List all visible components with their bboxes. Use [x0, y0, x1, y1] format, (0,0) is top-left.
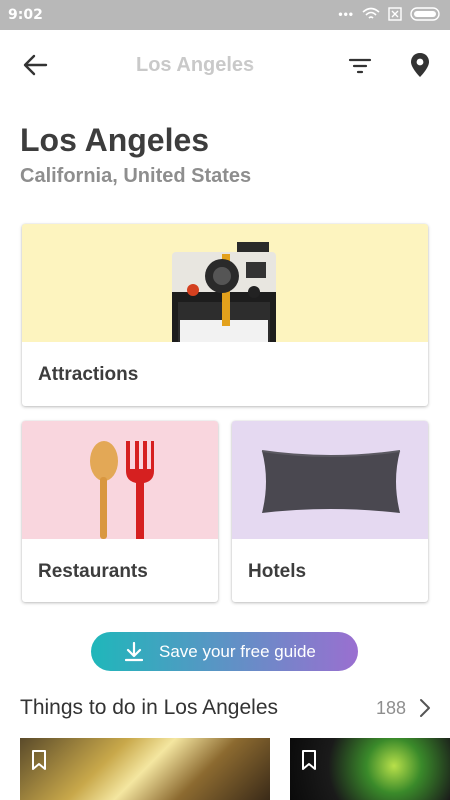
restaurants-image	[22, 421, 218, 539]
section-title-things-to-do: Things to do in Los Angeles	[20, 696, 279, 719]
status-time: 9:02	[8, 7, 43, 23]
more-dots-icon: •••	[338, 7, 354, 21]
app-bar-title: Los Angeles	[136, 54, 255, 76]
category-card-attractions[interactable]: Attractions	[22, 224, 428, 406]
category-label-hotels: Hotels	[248, 561, 307, 582]
wifi-icon	[362, 7, 380, 19]
things-to-do-count[interactable]: 188	[376, 698, 406, 719]
sim-icon	[388, 7, 402, 21]
chevron-right-icon[interactable]	[418, 698, 432, 718]
status-bar: 9:02 •••	[0, 0, 450, 30]
bookmark-icon[interactable]	[302, 750, 316, 770]
hotels-image	[232, 421, 428, 539]
save-guide-button[interactable]: Save your free guide	[91, 632, 358, 671]
save-guide-label: Save your free guide	[159, 641, 316, 661]
category-card-hotels[interactable]: Hotels	[232, 421, 428, 602]
filter-icon[interactable]	[348, 56, 372, 76]
back-arrow-icon[interactable]	[22, 54, 48, 76]
bookmark-icon[interactable]	[32, 750, 46, 770]
page-title: Los Angeles	[20, 122, 210, 158]
pillow-image	[261, 450, 401, 513]
battery-icon	[410, 7, 440, 21]
thing-to-do-card[interactable]	[20, 738, 270, 800]
status-icons: •••	[338, 7, 442, 21]
attractions-image	[22, 224, 428, 342]
page-subtitle: California, United States	[20, 165, 252, 187]
thing-to-do-card[interactable]	[290, 738, 450, 800]
location-pin-icon[interactable]	[410, 52, 430, 78]
spoon-and-fork-image	[90, 441, 154, 539]
category-label-restaurants: Restaurants	[38, 561, 148, 582]
app-bar: Los Angeles	[0, 30, 450, 100]
category-label-attractions: Attractions	[38, 364, 139, 385]
category-card-restaurants[interactable]: Restaurants	[22, 421, 218, 602]
download-icon	[125, 641, 143, 661]
polaroid-camera-image	[172, 242, 276, 342]
